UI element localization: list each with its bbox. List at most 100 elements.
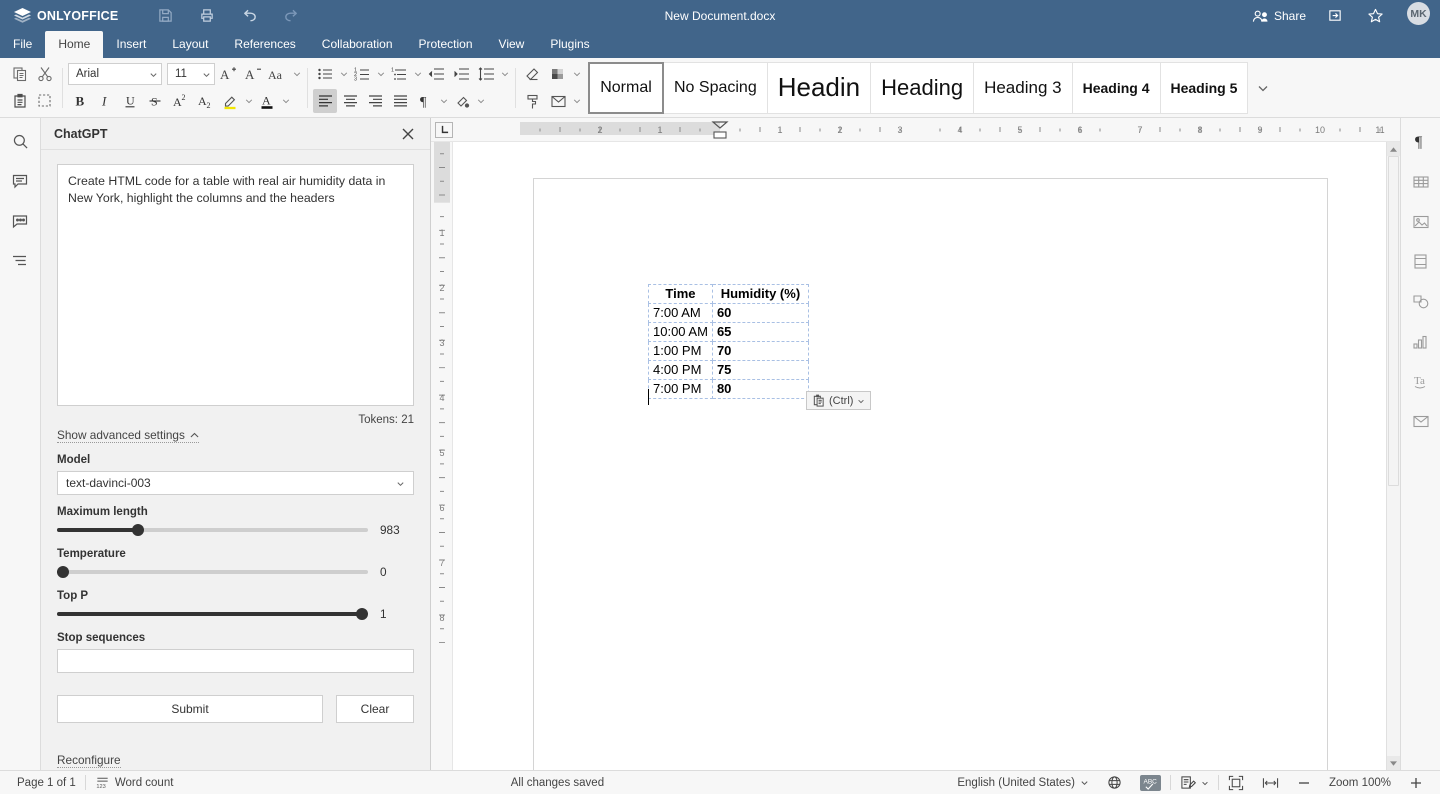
tab-protection[interactable]: Protection bbox=[406, 31, 486, 58]
tab-plugins[interactable]: Plugins bbox=[537, 31, 602, 58]
fit-to-page-button[interactable] bbox=[1219, 772, 1253, 794]
stop-sequences-input[interactable] bbox=[57, 649, 414, 673]
scrollbar-track[interactable] bbox=[1387, 156, 1400, 756]
humidity-table[interactable]: Time Humidity (%) 7:00 AM 60 10:00 AM 65 bbox=[648, 284, 809, 399]
scroll-up-button[interactable] bbox=[1387, 142, 1400, 156]
increase-indent-icon[interactable] bbox=[449, 62, 473, 86]
zoom-in-button[interactable] bbox=[1400, 772, 1432, 794]
zoom-out-button[interactable] bbox=[1288, 772, 1320, 794]
color-scheme-icon[interactable] bbox=[546, 62, 570, 86]
multilevel-list-dropdown-icon[interactable] bbox=[412, 62, 423, 86]
image-settings-icon[interactable] bbox=[1407, 208, 1434, 235]
model-select[interactable]: text-davinci-003 bbox=[57, 471, 414, 495]
comments-icon[interactable] bbox=[7, 168, 33, 194]
tab-stop-selector[interactable] bbox=[435, 122, 453, 138]
copy-icon[interactable] bbox=[8, 62, 32, 86]
bold-icon[interactable]: B bbox=[68, 89, 92, 113]
open-location-icon[interactable] bbox=[1324, 5, 1346, 27]
shape-settings-icon[interactable] bbox=[1407, 288, 1434, 315]
italic-icon[interactable]: I bbox=[93, 89, 117, 113]
bullet-list-dropdown-icon[interactable] bbox=[338, 62, 349, 86]
color-scheme-dropdown-icon[interactable] bbox=[571, 62, 582, 86]
document-canvas[interactable]: Time Humidity (%) 7:00 AM 60 10:00 AM 65 bbox=[453, 142, 1386, 770]
clear-formatting-icon[interactable] bbox=[521, 62, 545, 86]
share-button[interactable]: Share bbox=[1252, 9, 1306, 23]
line-spacing-dropdown-icon[interactable] bbox=[499, 62, 510, 86]
scrollbar-thumb[interactable] bbox=[1388, 156, 1399, 486]
chat-icon[interactable] bbox=[7, 208, 33, 234]
maximum-length-slider[interactable] bbox=[57, 528, 368, 532]
undo-icon[interactable] bbox=[238, 5, 260, 27]
scroll-down-button[interactable] bbox=[1387, 756, 1400, 770]
decrease-indent-icon[interactable] bbox=[424, 62, 448, 86]
style-heading-5[interactable]: Heading 5 bbox=[1161, 62, 1249, 114]
document-page[interactable]: Time Humidity (%) 7:00 AM 60 10:00 AM 65 bbox=[533, 178, 1328, 770]
language-selector[interactable]: English (United States) bbox=[948, 772, 1098, 794]
tab-view[interactable]: View bbox=[486, 31, 538, 58]
align-justify-icon[interactable] bbox=[388, 89, 412, 113]
highlight-color-icon[interactable] bbox=[218, 89, 242, 113]
close-icon[interactable] bbox=[398, 124, 418, 144]
font-color-icon[interactable]: A bbox=[255, 89, 279, 113]
change-case-icon[interactable]: Aa bbox=[266, 62, 290, 86]
slider-knob[interactable] bbox=[57, 566, 69, 578]
prompt-input[interactable] bbox=[57, 164, 414, 406]
style-heading-2[interactable]: Heading bbox=[871, 62, 974, 114]
headings-navigation-icon[interactable] bbox=[7, 248, 33, 274]
favorite-star-icon[interactable] bbox=[1364, 5, 1386, 27]
clear-button[interactable]: Clear bbox=[336, 695, 414, 723]
font-size-select[interactable]: 11 bbox=[167, 63, 215, 85]
fit-to-width-button[interactable] bbox=[1253, 772, 1288, 794]
tab-home[interactable]: Home bbox=[45, 31, 103, 58]
print-icon[interactable] bbox=[196, 5, 218, 27]
show-advanced-settings-toggle[interactable]: Show advanced settings bbox=[57, 428, 199, 443]
subscript-icon[interactable]: A2 bbox=[193, 89, 217, 113]
mail-merge-ribbon-icon[interactable] bbox=[546, 89, 570, 113]
tab-insert[interactable]: Insert bbox=[103, 31, 159, 58]
redo-icon[interactable] bbox=[280, 5, 302, 27]
change-case-dropdown-icon[interactable] bbox=[291, 62, 302, 86]
spell-checking-button[interactable]: ABC bbox=[1131, 772, 1170, 794]
submit-button[interactable]: Submit bbox=[57, 695, 323, 723]
show-formatting-marks-icon[interactable]: ¶ bbox=[413, 89, 437, 113]
font-color-dropdown-icon[interactable] bbox=[280, 89, 291, 113]
mail-merge-icon[interactable] bbox=[1407, 408, 1434, 435]
style-no-spacing[interactable]: No Spacing bbox=[664, 62, 768, 114]
bullet-list-icon[interactable] bbox=[313, 62, 337, 86]
align-left-icon[interactable] bbox=[313, 89, 337, 113]
vertical-ruler[interactable]: 123 456 78 bbox=[431, 142, 453, 770]
format-painter-icon[interactable] bbox=[521, 89, 545, 113]
word-count-button[interactable]: 123 Word count bbox=[86, 772, 183, 794]
align-right-icon[interactable] bbox=[363, 89, 387, 113]
multilevel-list-icon[interactable]: 1 bbox=[387, 62, 411, 86]
save-icon[interactable] bbox=[154, 5, 176, 27]
increase-font-size-icon[interactable]: A bbox=[216, 62, 240, 86]
superscript-icon[interactable]: A2 bbox=[168, 89, 192, 113]
align-center-icon[interactable] bbox=[338, 89, 362, 113]
underline-icon[interactable]: U bbox=[118, 89, 142, 113]
line-spacing-icon[interactable] bbox=[474, 62, 498, 86]
style-heading-3[interactable]: Heading 3 bbox=[974, 62, 1073, 114]
temperature-slider[interactable] bbox=[57, 570, 368, 574]
shading-color-icon[interactable] bbox=[450, 89, 474, 113]
numbered-list-dropdown-icon[interactable] bbox=[375, 62, 386, 86]
numbered-list-icon[interactable]: 123 bbox=[350, 62, 374, 86]
shading-dropdown-icon[interactable] bbox=[475, 89, 486, 113]
reconfigure-link[interactable]: Reconfigure bbox=[57, 753, 121, 768]
vertical-scrollbar[interactable] bbox=[1386, 142, 1400, 770]
set-document-language-button[interactable] bbox=[1098, 772, 1131, 794]
highlight-color-dropdown-icon[interactable] bbox=[243, 89, 254, 113]
paragraph-settings-icon[interactable]: ¶ bbox=[1407, 128, 1434, 155]
slider-knob[interactable] bbox=[132, 524, 144, 536]
style-normal[interactable]: Normal bbox=[588, 62, 664, 114]
search-icon[interactable] bbox=[7, 128, 33, 154]
user-avatar[interactable]: MK bbox=[1407, 2, 1430, 25]
zoom-level[interactable]: Zoom 100% bbox=[1320, 772, 1400, 794]
tab-layout[interactable]: Layout bbox=[159, 31, 221, 58]
strikethrough-icon[interactable]: S bbox=[143, 89, 167, 113]
tab-references[interactable]: References bbox=[221, 31, 308, 58]
paste-options-button[interactable]: (Ctrl) bbox=[806, 391, 871, 410]
horizontal-ruler[interactable]: 21 123 456 789 1011 bbox=[520, 121, 1400, 139]
slider-knob[interactable] bbox=[356, 608, 368, 620]
text-box-settings-icon[interactable] bbox=[1407, 248, 1434, 275]
